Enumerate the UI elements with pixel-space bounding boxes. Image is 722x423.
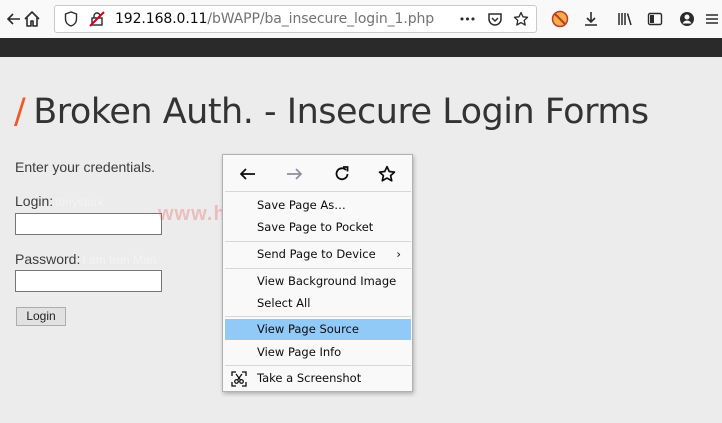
pocket-icon[interactable] [483, 7, 507, 31]
password-input[interactable] [15, 270, 162, 292]
login-input[interactable] [15, 213, 162, 235]
title-slash: / [14, 92, 26, 132]
download-icon[interactable] [579, 7, 603, 31]
menu-item-view-page-source[interactable]: View Page Source [225, 319, 411, 340]
menu-item-view-background-image[interactable]: View Background Image [225, 271, 411, 292]
intro-text: Enter your credentials. [15, 159, 156, 175]
home-icon[interactable] [20, 7, 44, 31]
page-actions-icon[interactable]: ••• [455, 7, 479, 31]
page-title: / Broken Auth. - Insecure Login Forms [14, 92, 649, 132]
menu-item-take-screenshot[interactable]: Take a Screenshot [225, 368, 411, 389]
noscript-icon[interactable] [548, 7, 572, 31]
menu-separator [225, 241, 411, 242]
menu-item-send-to-device[interactable]: Send Page to Device › [225, 244, 411, 265]
password-label-row: Password: I am Iron Man [15, 251, 156, 267]
menu-item-label: Take a Screenshot [257, 371, 362, 385]
menu-bookmark-icon[interactable] [372, 161, 402, 187]
menu-separator [225, 191, 411, 192]
menu-separator [225, 268, 411, 269]
site-header-bar [0, 38, 722, 57]
menu-item-select-all[interactable]: Select All [225, 293, 411, 314]
menu-separator [225, 365, 411, 366]
password-hint: I am Iron Man [82, 253, 157, 267]
library-icon[interactable] [613, 7, 637, 31]
submenu-arrow-icon: › [396, 247, 401, 261]
menu-item-label: Send Page to Device [257, 247, 376, 261]
insecure-connection-icon[interactable] [85, 7, 109, 31]
menu-item-save-to-pocket[interactable]: Save Page to Pocket [225, 217, 411, 238]
account-icon[interactable] [675, 7, 699, 31]
login-label: Login: [15, 193, 54, 209]
menu-icon[interactable] [700, 7, 722, 31]
password-label: Password: [15, 251, 81, 267]
sidebar-icon[interactable] [643, 7, 667, 31]
title-text: Broken Auth. - Insecure Login Forms [33, 92, 649, 132]
context-menu: Save Page As… Save Page to Pocket Send P… [222, 154, 413, 392]
url-text[interactable]: 192.168.0.11/bWAPP/ba_insecure_login_1.p… [115, 11, 434, 27]
url-host: 192.168.0.11 [115, 11, 208, 27]
login-label-row: Login: tonystark [15, 193, 104, 209]
browser-toolbar: 192.168.0.11/bWAPP/ba_insecure_login_1.p… [0, 0, 722, 38]
url-bar[interactable]: 192.168.0.11/bWAPP/ba_insecure_login_1.p… [54, 5, 537, 33]
menu-forward-icon[interactable] [279, 161, 309, 187]
url-path: /bWAPP/ba_insecure_login_1.php [207, 11, 435, 27]
menu-separator [225, 316, 411, 317]
menu-reload-icon[interactable] [327, 161, 357, 187]
menu-item-save-page-as[interactable]: Save Page As… [225, 195, 411, 216]
menu-back-icon[interactable] [233, 161, 263, 187]
login-hint: tonystark [55, 195, 104, 209]
shield-icon[interactable] [59, 7, 83, 31]
screenshot-icon [231, 371, 247, 387]
menu-item-view-page-info[interactable]: View Page Info [225, 342, 411, 363]
bookmark-star-icon[interactable] [509, 7, 533, 31]
login-button[interactable]: Login [16, 307, 66, 326]
